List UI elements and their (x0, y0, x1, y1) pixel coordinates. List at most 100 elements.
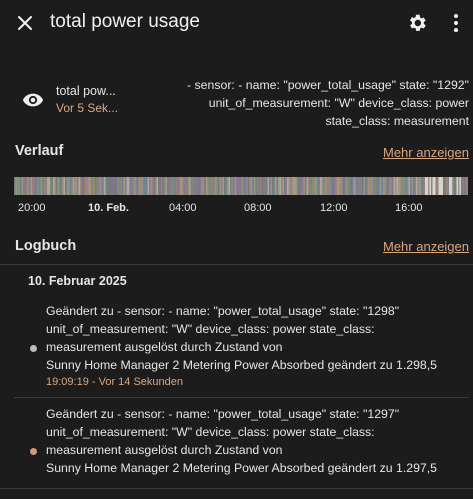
timeline-segment (176, 177, 178, 195)
timeline-segment (195, 177, 198, 195)
timeline-segment (230, 177, 232, 195)
timeline-segment (156, 177, 159, 195)
timeline-segment (56, 177, 58, 195)
timeline-segment (464, 177, 466, 195)
timeline-segment (371, 177, 373, 195)
timeline-segment (440, 177, 442, 195)
timeline-segment (381, 177, 384, 195)
timeline-segment (422, 177, 424, 195)
timeline-segment (144, 177, 147, 195)
timeline-segment (287, 177, 289, 195)
timeline-segment (275, 177, 277, 195)
timeline-segment (224, 177, 226, 195)
close-icon (18, 16, 32, 30)
timeline-segment (44, 177, 46, 195)
timeline-segment (14, 177, 16, 195)
timeline-segment (426, 177, 429, 195)
timeline-segment (413, 177, 415, 195)
timeline-segment (246, 177, 249, 195)
more-menu-button[interactable] (448, 12, 464, 34)
logbook-entry-line: measurement ausgelöst durch Zustand von (46, 340, 283, 354)
entity-name[interactable]: total pow... (56, 84, 116, 98)
timeline-segment (296, 177, 298, 195)
logbook-entry-line: Geändert zu - sensor: - name: "power_tot… (46, 304, 400, 318)
timeline-segment (206, 177, 208, 195)
timeline-segment (347, 177, 349, 195)
timeline-segment (30, 177, 33, 195)
timeline-segment (252, 177, 255, 195)
timeline-segment (404, 177, 406, 195)
timeline-segment (27, 177, 30, 195)
close-button[interactable] (14, 12, 36, 34)
timeline-segment (350, 177, 352, 195)
timeline-segment (438, 177, 441, 195)
timeline-segment (324, 177, 327, 195)
timeline-segment (159, 177, 162, 195)
timeline-segment (272, 177, 274, 195)
timeline-segment (443, 177, 445, 195)
timeline-segment (219, 177, 222, 195)
timeline-segment (248, 177, 250, 195)
timeline-segment (162, 177, 165, 195)
entity-state-line: - sensor: - name: "power_total_usage" st… (187, 78, 469, 92)
timeline-segment (200, 177, 202, 195)
divider (0, 488, 473, 489)
timeline-segment (155, 177, 157, 195)
timeline-segment (110, 177, 112, 195)
timeline-segment (119, 177, 121, 195)
timeline-segment (185, 177, 187, 195)
timeline-segment (420, 177, 423, 195)
timeline-segment (276, 177, 279, 195)
timeline-segment (366, 177, 369, 195)
timeline-segment (216, 177, 219, 195)
logbook-date: 10. Februar 2025 (28, 274, 127, 288)
timeline-segment (173, 177, 175, 195)
timeline-segment (239, 177, 241, 195)
timeline-segment (129, 177, 132, 195)
timeline-segment (39, 177, 42, 195)
timeline-segment (231, 177, 234, 195)
logbook-more-link[interactable]: Mehr anzeigen (383, 239, 469, 254)
history-timeline-bars (14, 177, 468, 195)
timeline-segment (165, 177, 168, 195)
timeline-segment (215, 177, 217, 195)
divider (14, 397, 469, 398)
entity-icon (22, 89, 44, 111)
timeline-segment (465, 177, 468, 195)
timeline-segment (194, 177, 196, 195)
timeline-segment (242, 177, 244, 195)
logbook-entry-line: measurement ausgelöst durch Zustand von (46, 443, 283, 457)
timeline-segment (183, 177, 186, 195)
timeline-segment (245, 177, 247, 195)
timeline-segment (290, 177, 292, 195)
timeline-segment (63, 177, 66, 195)
timeline-segment (462, 177, 465, 195)
timeline-segment (392, 177, 394, 195)
timeline-segment (96, 177, 99, 195)
timeline-segment (282, 177, 285, 195)
timeline-segment (264, 177, 267, 195)
timeline-segment (369, 177, 372, 195)
timeline-segment (60, 177, 63, 195)
settings-button[interactable] (406, 12, 428, 34)
timeline-segment (260, 177, 262, 195)
timeline-segment (266, 177, 268, 195)
timeline-segment (311, 177, 313, 195)
timeline-segment (333, 177, 336, 195)
timeline-segment (57, 177, 60, 195)
timeline-segment (59, 177, 61, 195)
timeline-segment (269, 177, 271, 195)
timeline-segment (192, 177, 195, 195)
timeline-segment (416, 177, 418, 195)
history-more-link[interactable]: Mehr anzeigen (383, 145, 469, 160)
timeline-segment (365, 177, 367, 195)
timeline-segment (386, 177, 388, 195)
timeline-segment (435, 177, 438, 195)
timeline-segment (89, 177, 91, 195)
timeline-segment (401, 177, 403, 195)
timeline-segment (380, 177, 382, 195)
timeline-segment (389, 177, 391, 195)
history-timeline[interactable] (14, 177, 468, 195)
timeline-segment (363, 177, 366, 195)
timeline-segment (113, 177, 115, 195)
